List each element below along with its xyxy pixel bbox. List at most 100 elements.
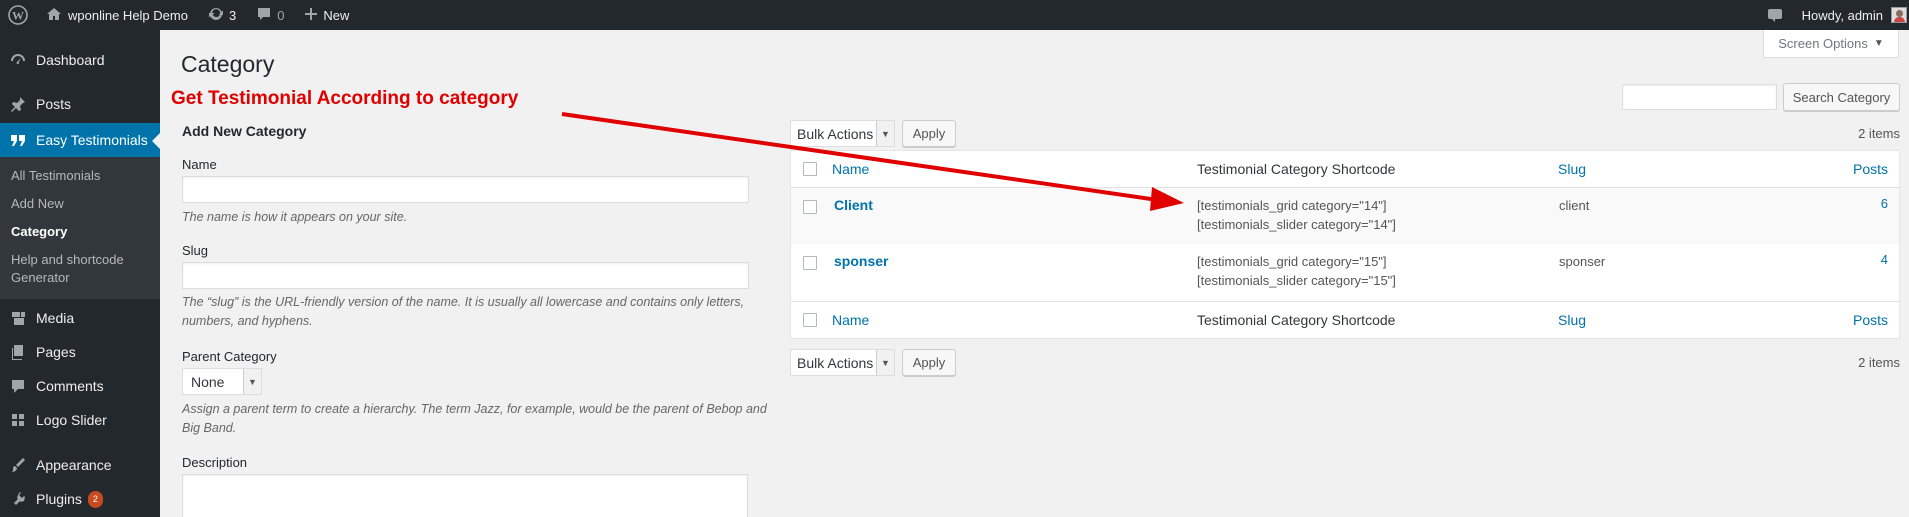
shortcode-cell: [testimonials_grid category="14"] [testi… <box>1197 196 1396 234</box>
slug-input[interactable] <box>182 262 749 289</box>
category-name-link[interactable]: Client <box>834 197 873 213</box>
description-textarea[interactable] <box>182 474 748 517</box>
bulk-actions-select-top[interactable]: Bulk Actions ▼ <box>790 120 895 147</box>
greeting: Howdy, admin <box>1801 7 1883 23</box>
plugin-icon <box>0 490 36 508</box>
posts-count-link[interactable]: 6 <box>1833 196 1888 211</box>
column-footer-slug[interactable]: Slug <box>1558 312 1586 328</box>
sidebar-item-dashboard[interactable]: Dashboard <box>0 46 160 74</box>
search-input[interactable] <box>1622 84 1777 110</box>
sidebar-item-comments[interactable]: Comments <box>0 372 160 400</box>
comment-bubble-icon <box>256 6 272 25</box>
apply-button-bottom[interactable]: Apply <box>902 349 956 376</box>
bulk-actions-label: Bulk Actions <box>797 354 874 371</box>
admin-sidebar: Dashboard Posts Easy Testimonials All Te… <box>0 30 160 517</box>
comments-link[interactable]: 0 <box>246 0 294 30</box>
apply-label: Apply <box>912 126 946 141</box>
sidebar-item-label: Dashboard <box>36 52 105 68</box>
submenu-item-help-shortcode-generator[interactable]: Help and shortcode Generator <box>11 251 151 287</box>
shortcode-cell: [testimonials_grid category="15"] [testi… <box>1197 252 1396 290</box>
media-icon <box>0 309 36 327</box>
column-footer-shortcode: Testimonial Category Shortcode <box>1197 312 1396 328</box>
triangle-down-icon: ▼ <box>1873 38 1884 49</box>
select-all-checkbox-footer[interactable] <box>803 313 817 327</box>
shortcode-grid: [testimonials_grid category="14"] <box>1197 198 1387 213</box>
submenu-item-category[interactable]: Category <box>11 223 151 241</box>
sidebar-item-label: Posts <box>36 96 72 112</box>
description-label: Description <box>182 455 248 470</box>
notification-icon[interactable] <box>1758 0 1792 30</box>
annotation-text: Get Testimonial According to category <box>171 88 519 109</box>
row-checkbox[interactable] <box>803 200 817 214</box>
comments-count: 0 <box>277 7 285 23</box>
brush-icon <box>0 456 36 474</box>
slug-description: The “slug” is the URL-friendly version o… <box>182 293 782 331</box>
column-footer-name[interactable]: Name <box>832 312 869 328</box>
dashboard-icon <box>0 51 36 69</box>
slug-cell: sponser <box>1559 254 1606 269</box>
sidebar-item-appearance[interactable]: Appearance <box>0 451 160 479</box>
plus-icon <box>304 7 318 24</box>
parent-category-select[interactable]: None ▼ <box>182 368 262 395</box>
shortcode-grid: [testimonials_grid category="15"] <box>1197 254 1387 269</box>
updates-link[interactable]: 3 <box>198 0 246 30</box>
search-category-button[interactable]: Search Category <box>1783 83 1900 111</box>
wordpress-logo-icon[interactable]: W <box>0 0 36 30</box>
parent-description: Assign a parent term to create a hierarc… <box>182 400 782 438</box>
bulk-actions-label: Bulk Actions <box>797 125 874 142</box>
category-table: Name Testimonial Category Shortcode Slug… <box>790 150 1900 339</box>
quote-icon <box>0 131 36 149</box>
site-name-link[interactable]: wponline Help Demo <box>36 0 198 30</box>
avatar <box>1891 7 1907 23</box>
chevron-down-icon: ▼ <box>243 369 261 394</box>
sidebar-item-plugins[interactable]: Plugins 2 <box>0 485 160 513</box>
slug-cell: client <box>1559 198 1590 213</box>
category-name-link[interactable]: sponser <box>834 253 888 269</box>
account-menu[interactable]: Howdy, admin <box>1792 0 1909 30</box>
sidebar-item-easy-testimonials[interactable]: Easy Testimonials <box>0 123 160 157</box>
bulk-actions-select-bottom[interactable]: Bulk Actions ▼ <box>790 349 895 376</box>
pin-icon <box>0 95 36 113</box>
table-row: sponser [testimonials_grid category="15"… <box>791 244 1899 302</box>
site-name: wponline Help Demo <box>68 7 188 23</box>
column-header-shortcode: Testimonial Category Shortcode <box>1197 161 1396 177</box>
column-header-name[interactable]: Name <box>832 161 869 177</box>
sidebar-item-label: Media <box>36 310 75 326</box>
column-footer-posts[interactable]: Posts <box>1833 312 1888 328</box>
sidebar-item-label: Plugins <box>36 491 82 507</box>
row-checkbox[interactable] <box>803 256 817 270</box>
page-title: Category <box>181 51 275 77</box>
sidebar-item-posts[interactable]: Posts <box>0 90 160 118</box>
select-all-checkbox[interactable] <box>803 162 817 176</box>
slug-label: Slug <box>182 243 209 258</box>
items-count-bottom: 2 items <box>1858 355 1900 370</box>
sidebar-item-label: Pages <box>36 344 76 360</box>
table-header: Name Testimonial Category Shortcode Slug… <box>791 151 1899 188</box>
apply-button-top[interactable]: Apply <box>902 120 956 147</box>
name-description: The name is how it appears on your site. <box>182 210 408 224</box>
new-content-link[interactable]: New <box>294 0 359 30</box>
sidebar-item-media[interactable]: Media <box>0 304 160 332</box>
name-input[interactable] <box>182 176 749 203</box>
submenu-item-add-new[interactable]: Add New <box>11 195 151 213</box>
parent-category-value: None <box>191 373 225 390</box>
column-header-slug[interactable]: Slug <box>1558 161 1586 177</box>
parent-description-line-1: Assign a parent term to create a hierarc… <box>182 402 767 416</box>
submenu-item-all-testimonials[interactable]: All Testimonials <box>11 167 151 185</box>
name-label: Name <box>182 157 217 172</box>
comment-icon <box>0 377 36 395</box>
shortcode-slider: [testimonials_slider category="14"] <box>1197 217 1396 232</box>
column-header-posts[interactable]: Posts <box>1833 161 1888 177</box>
updates-count: 3 <box>228 7 237 23</box>
posts-count-link[interactable]: 4 <box>1833 252 1888 267</box>
search-category-label: Search Category <box>1792 89 1891 105</box>
shortcode-slider: [testimonials_slider category="15"] <box>1197 273 1396 288</box>
items-count-top: 2 items <box>1858 126 1900 141</box>
sidebar-item-logo-slider[interactable]: Logo Slider <box>0 406 160 434</box>
screen-options-button[interactable]: Screen Options ▼ <box>1763 30 1899 58</box>
admin-bar: W wponline Help Demo 3 0 New Howdy, admi… <box>0 0 1909 30</box>
apply-label: Apply <box>912 355 946 370</box>
sidebar-item-label: Appearance <box>36 457 112 473</box>
sidebar-item-pages[interactable]: Pages <box>0 338 160 366</box>
pages-icon <box>0 343 36 361</box>
